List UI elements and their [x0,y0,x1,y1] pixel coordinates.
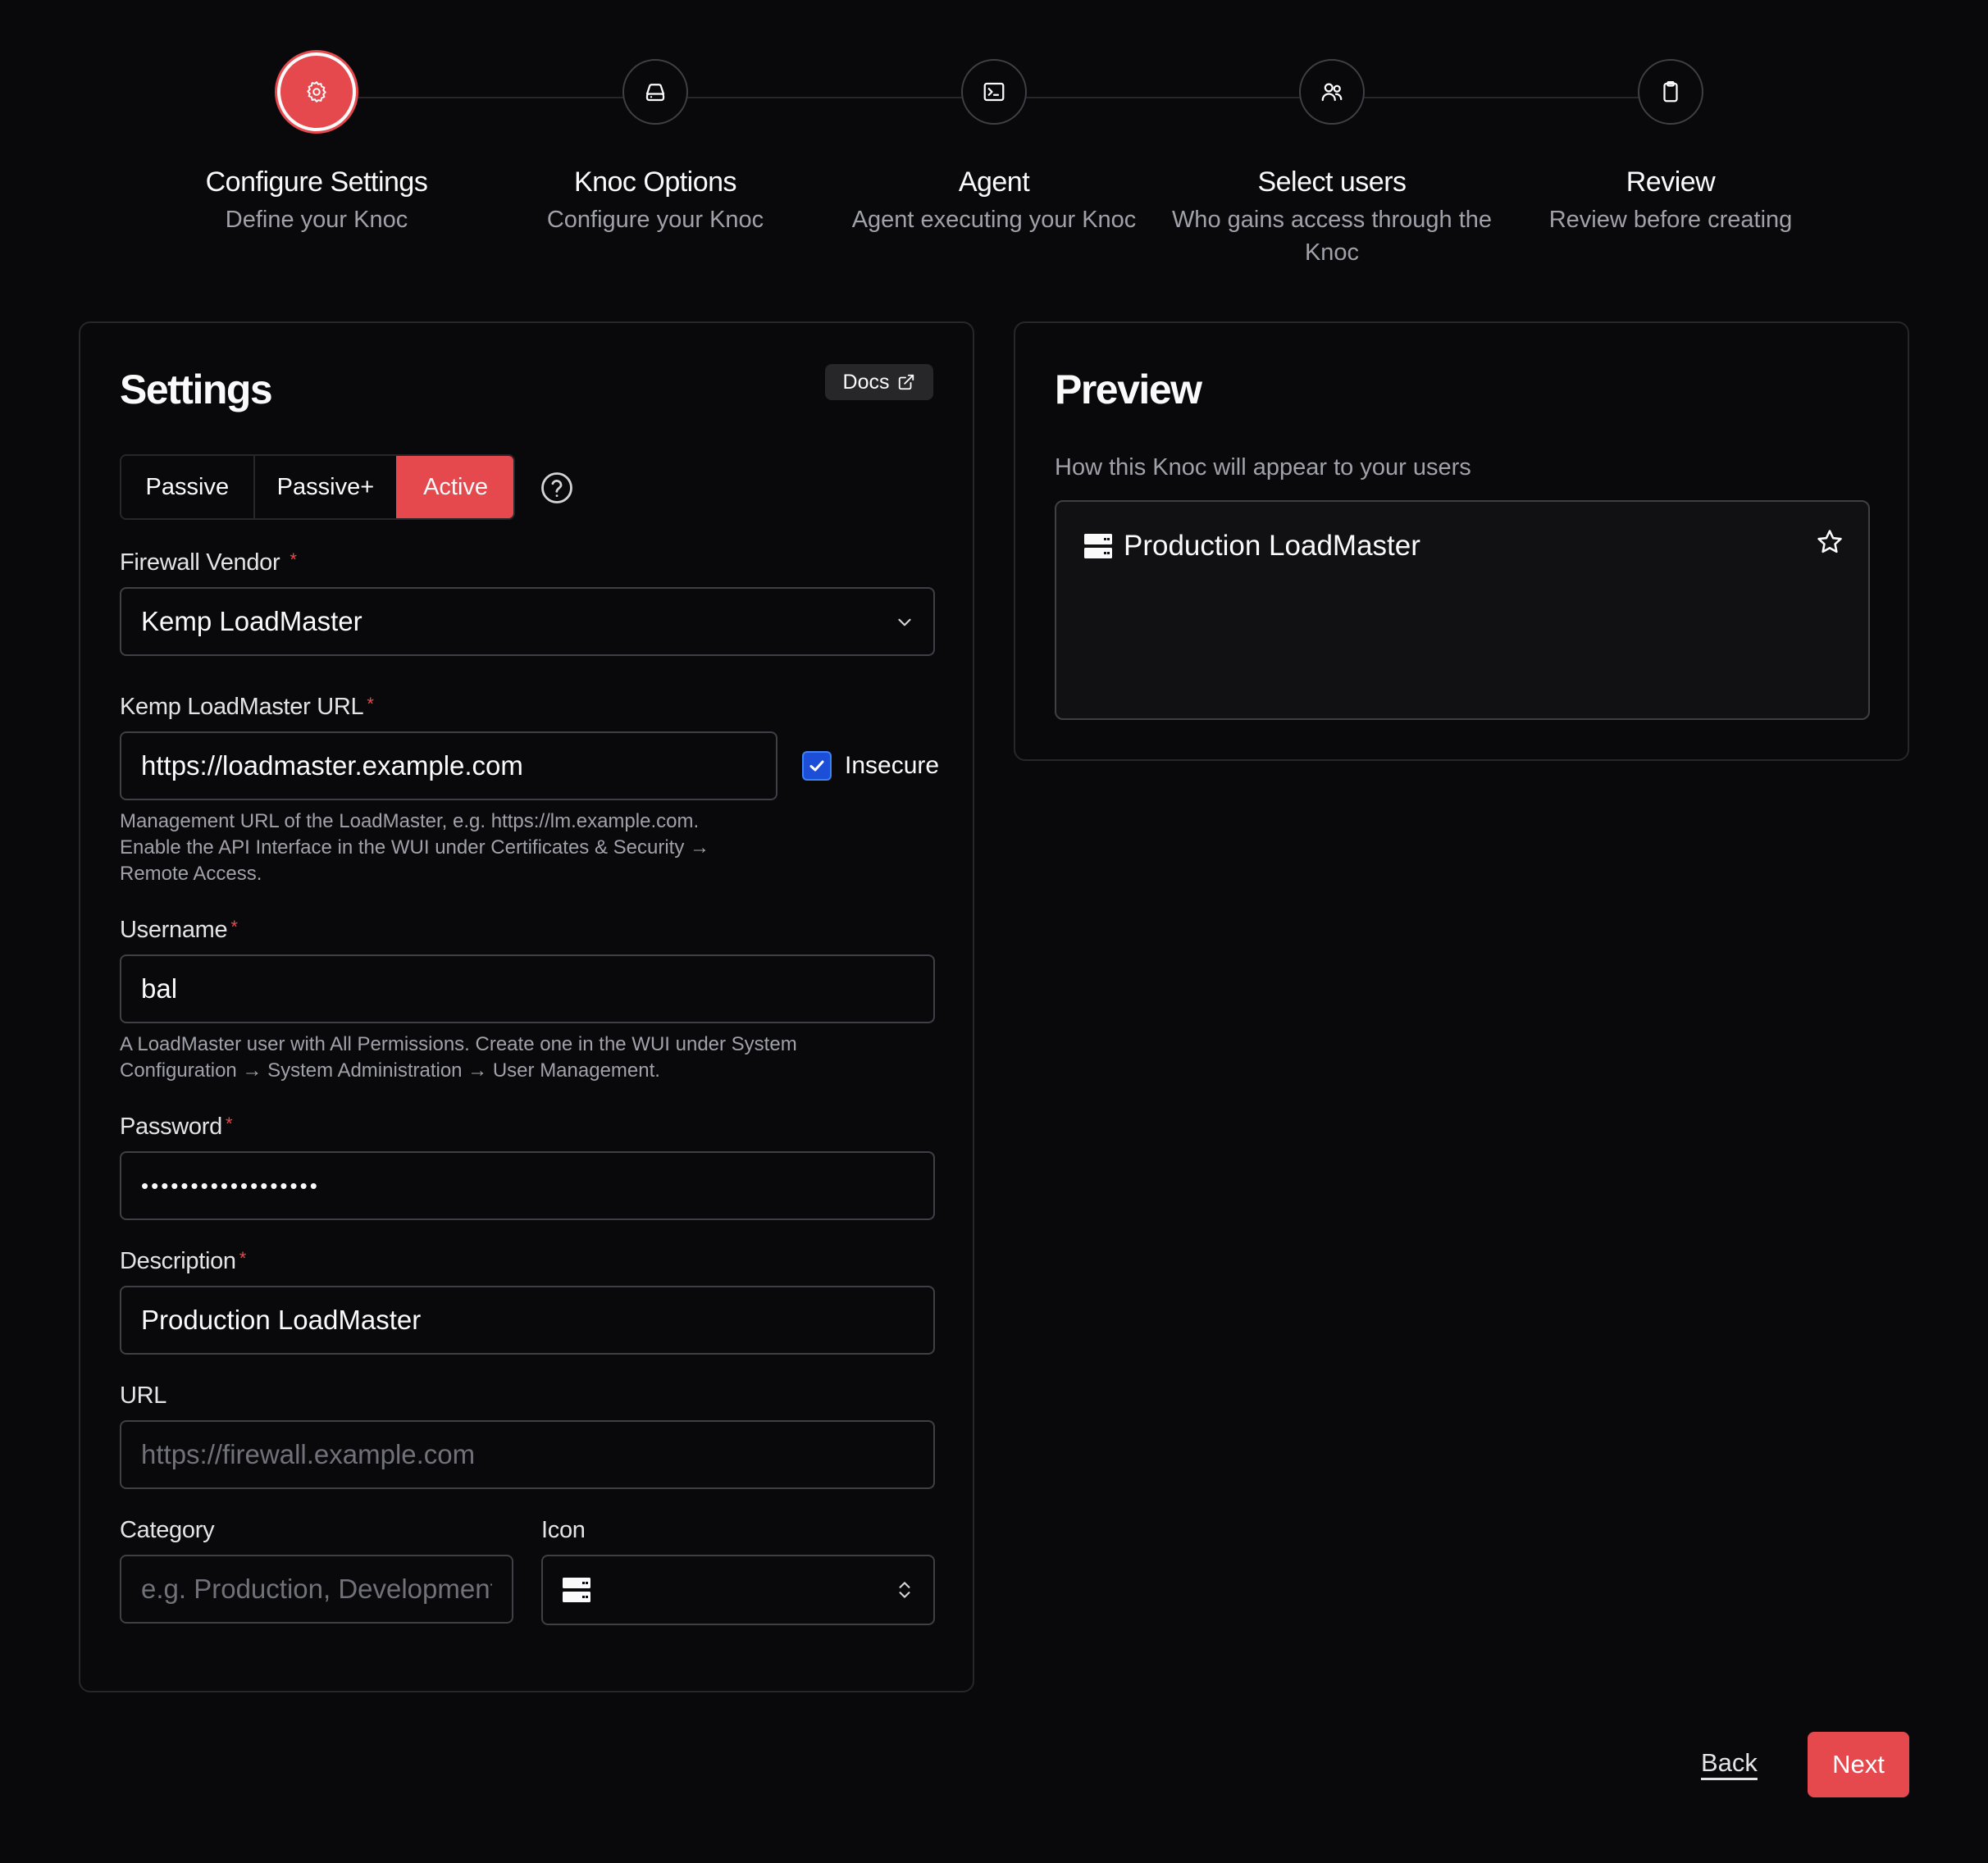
mode-passive-plus[interactable]: Passive+ [253,456,397,518]
step-title: Review [1626,166,1716,198]
icon-select[interactable] [541,1555,935,1625]
help-circle-icon[interactable] [540,471,574,505]
external-link-icon [899,374,914,390]
username-label: Username * [120,917,238,944]
tile-title: Production LoadMaster [1124,530,1420,562]
password-label-text: Password [120,1114,222,1140]
required-marker: * [290,549,297,570]
kemp-url-label-text: Kemp LoadMaster URL [120,694,364,720]
step-select-users[interactable]: Select users Who gains access through th… [1160,59,1504,269]
step-title: Select users [1257,166,1407,198]
next-button[interactable]: Next [1808,1732,1909,1797]
description-input-field[interactable] [141,1305,914,1336]
hint-line: Management URL of the LoadMaster, e.g. h… [120,810,700,832]
mode-active[interactable]: Active [396,456,513,518]
chevron-down-icon [898,618,911,626]
kemp-url-input-field[interactable] [141,750,756,781]
star-icon[interactable] [1816,528,1844,556]
hint-line: Configuration → System Administration → … [120,1059,660,1082]
step-subtitle: Agent executing your Knoc [851,207,1137,233]
firewall-vendor-value: Kemp LoadMaster [141,606,362,636]
password-label: Password * [120,1114,233,1141]
password-dots: •••••••••••••••••• [141,1173,320,1198]
step-review[interactable]: Review Review before creating [1498,59,1843,236]
server-icon [1084,534,1112,558]
hint-line: Remote Access. [120,863,262,885]
step-subtitle: Configure your Knoc [546,207,764,233]
preview-subtitle: How this Knoc will appear to your users [1055,454,1471,481]
password-input[interactable]: •••••••••••••••••• [120,1151,935,1220]
kemp-url-input[interactable] [120,731,777,800]
mode-selector: Passive Passive+ Active [120,454,515,520]
url-label: URL [120,1382,167,1409]
step-title: Configure Settings [205,166,428,198]
users-icon [1299,59,1365,125]
step-configure-settings[interactable]: Configure Settings Define your Knoc [144,52,489,236]
step-subtitle: Review before creating [1548,207,1793,233]
stepper: Configure Settings Define your Knoc Knoc… [0,0,1988,295]
step-title: Agent [958,166,1030,198]
step-knoc-options[interactable]: Knoc Options Configure your Knoc [483,59,828,236]
check-icon [809,760,824,772]
preview-title: Preview [1055,367,1202,412]
step-subtitle: Define your Knoc [225,207,408,233]
required-marker: * [230,917,238,937]
url-input-field[interactable] [141,1439,914,1470]
firewall-vendor-select[interactable]: Kemp LoadMaster [120,587,935,656]
firewall-vendor-label-text: Firewall Vendor [120,549,280,576]
settings-card: Settings Docs Passive Passive+ Active Fi… [79,321,974,1692]
category-label: Category [120,1517,215,1543]
docs-button[interactable]: Docs [825,364,933,400]
insecure-label: Insecure [845,752,940,779]
kemp-url-label: Kemp LoadMaster URL * [120,694,374,721]
preview-tile[interactable]: Production LoadMaster [1055,500,1870,720]
step-subtitle: Who gains access through the Knoc [1171,207,1493,266]
required-marker: * [367,694,374,714]
step-agent[interactable]: Agent Agent executing your Knoc [822,59,1166,236]
hint-line: Enable the API Interface in the WUI unde… [120,836,710,859]
terminal-icon [961,59,1027,125]
description-input[interactable] [120,1286,935,1355]
docs-label: Docs [842,370,890,394]
username-input[interactable] [120,954,935,1023]
step-title: Knoc Options [573,166,737,198]
description-label-text: Description [120,1248,236,1274]
required-marker: * [239,1248,247,1269]
kemp-url-hint: Management URL of the LoadMaster, e.g. h… [120,809,709,887]
settings-title: Settings [120,367,273,412]
username-input-field[interactable] [141,973,914,1004]
chevrons-up-down-icon [899,1582,910,1598]
username-hint: A LoadMaster user with All Permissions. … [120,1032,797,1084]
server-icon [563,1578,590,1602]
gear-icon [277,52,356,131]
clipboard-icon [1638,59,1703,125]
category-input-field[interactable] [141,1574,492,1605]
category-input[interactable] [120,1555,513,1624]
back-button[interactable]: Back [1701,1748,1758,1778]
required-marker: * [225,1114,233,1134]
preview-card: Preview How this Knoc will appear to you… [1014,321,1909,761]
insecure-checkbox[interactable]: Insecure [802,731,939,800]
tile-header: Production LoadMaster [1084,530,1420,563]
page: Configure Settings Define your Knoc Knoc… [0,0,1988,1863]
username-label-text: Username [120,917,228,943]
firewall-vendor-label: Firewall Vendor * [120,549,297,576]
checkbox-checked[interactable] [802,751,832,781]
hint-line: A LoadMaster user with All Permissions. … [120,1033,797,1055]
url-input[interactable] [120,1420,935,1489]
mode-passive[interactable]: Passive [121,456,253,518]
icon-label: Icon [541,1517,586,1543]
description-label: Description * [120,1248,246,1275]
hard-drive-icon [622,59,688,125]
